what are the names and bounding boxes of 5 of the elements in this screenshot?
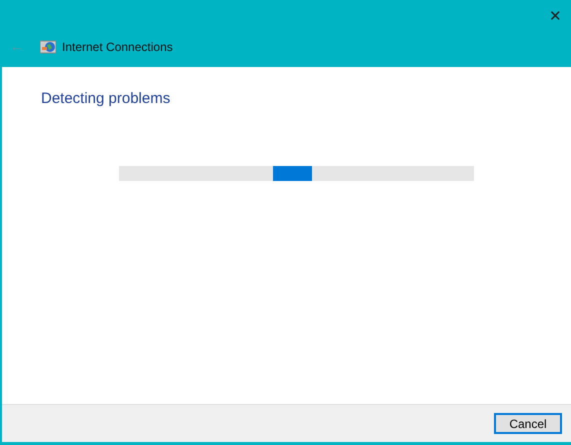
globe-icon	[40, 40, 56, 54]
window-title: Internet Connections	[62, 38, 173, 56]
cancel-button[interactable]: Cancel	[494, 413, 562, 434]
page-heading: Detecting problems	[41, 89, 172, 109]
close-button[interactable]: ✕	[549, 6, 562, 28]
